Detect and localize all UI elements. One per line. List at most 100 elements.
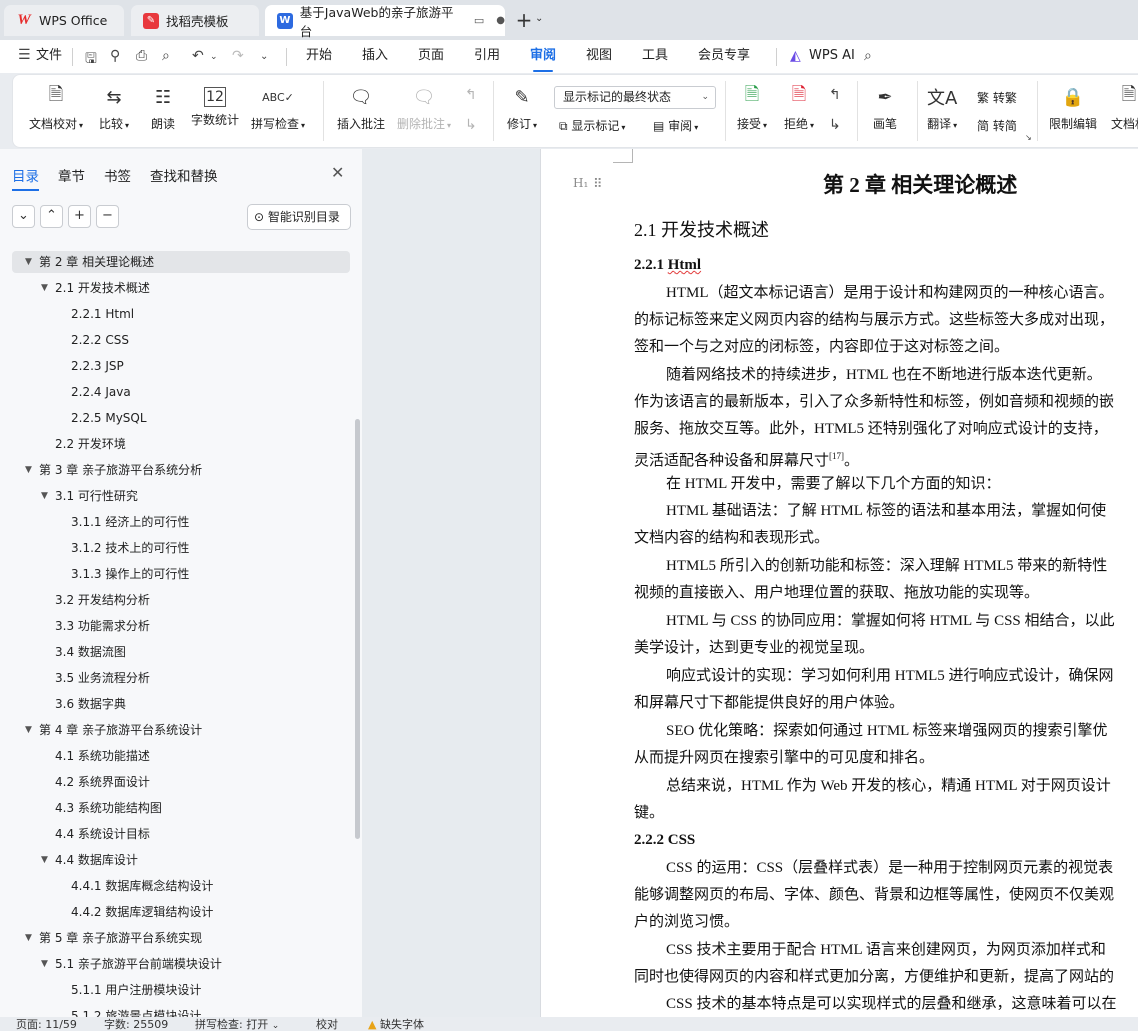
menu-tools[interactable]: 工具 — [642, 40, 668, 73]
read-aloud-button[interactable]: ☷ 朗读 — [151, 83, 175, 132]
heading-marker[interactable]: H₁ — [573, 176, 588, 190]
nav-tab-find-replace[interactable]: 查找和替换 — [150, 165, 218, 185]
markup-mode-select[interactable]: 显示标记的最终状态 ⌄ — [554, 86, 716, 109]
collapse-up-button[interactable]: ⌃ — [40, 205, 63, 228]
save-icon[interactable]: 🖫 — [85, 48, 97, 72]
citation[interactable]: [17] — [829, 451, 844, 461]
toc-item[interactable]: 5.1.1 用户注册模块设计 — [12, 979, 350, 1001]
toc-item[interactable]: 4.4 系统设计目标 — [12, 823, 350, 845]
expand-toggle-icon[interactable]: ▼ — [25, 459, 32, 481]
chevron-down-icon[interactable]: ⌄ — [535, 13, 543, 24]
tab-docer-templates[interactable]: ✎ 找稻壳模板 — [131, 5, 259, 36]
toc-item[interactable]: ▼ 4.4 数据库设计 — [12, 849, 350, 871]
translate-button[interactable]: 文A 翻译 ▾ — [927, 83, 957, 132]
proofread-status[interactable]: 校对 — [316, 1019, 338, 1031]
prev-comment-icon[interactable]: ↰ — [465, 87, 477, 103]
next-comment-icon[interactable]: ↳ — [465, 117, 477, 133]
doc-check-button[interactable]: 🗎 文档校对 ▾ — [29, 83, 83, 132]
new-tab-button[interactable]: + — [513, 8, 535, 32]
expand-toggle-icon[interactable]: ▼ — [41, 849, 48, 871]
expand-toggle-icon[interactable]: ▼ — [41, 485, 48, 507]
toc-item[interactable]: ▼ 5.1 亲子旅游平台前端模块设计 — [12, 953, 350, 975]
remove-heading-button[interactable]: − — [96, 205, 119, 228]
expand-toggle-icon[interactable]: ▼ — [25, 719, 32, 741]
toc-scrollbar[interactable] — [355, 419, 360, 839]
toc-item[interactable]: 4.1 系统功能描述 — [12, 745, 350, 767]
toc-item[interactable]: 2.2.5 MySQL — [12, 407, 350, 429]
toc-item[interactable]: 3.5 业务流程分析 — [12, 667, 350, 689]
expand-toggle-icon[interactable]: ▼ — [25, 251, 32, 273]
menu-page[interactable]: 页面 — [418, 40, 444, 73]
toc-item[interactable]: 2.2.1 Html — [12, 303, 350, 325]
tab-current-document[interactable]: W 基于JavaWeb的亲子旅游平台 ▭ ● — [265, 5, 505, 39]
next-change-icon[interactable]: ↳ — [829, 117, 841, 133]
undo-icon[interactable]: ↶ — [192, 48, 204, 64]
to-traditional-button[interactable]: 繁 转繁 — [977, 89, 1017, 106]
show-markup-button[interactable]: ⧉ 显示标记 ▾ — [559, 117, 625, 134]
toc-item[interactable]: 2.2 开发环境 — [12, 433, 350, 455]
toc-item[interactable]: ▼ 2.1 开发技术概述 — [12, 277, 350, 299]
hamburger-icon[interactable]: ☰ — [18, 47, 31, 63]
smart-toc-button[interactable]: ⊙ 智能识别目录 — [247, 204, 351, 230]
menu-membership[interactable]: 会员专享 — [698, 40, 750, 73]
expand-toggle-icon[interactable]: ▼ — [41, 277, 48, 299]
spell-check-status[interactable]: 拼写检查: 打开 ⌄ — [195, 1019, 279, 1031]
page-indicator[interactable]: 页面: 11/59 — [16, 1019, 77, 1031]
toc-item[interactable]: 4.4.2 数据库逻辑结构设计 — [12, 901, 350, 923]
toc-item[interactable]: 2.2.2 CSS — [12, 329, 350, 351]
search-icon[interactable]: ⌕ — [864, 48, 872, 64]
menu-review[interactable]: 审阅 — [530, 40, 556, 73]
toc-item[interactable]: ▼ 第 5 章 亲子旅游平台系统实现 — [12, 927, 350, 949]
insert-comment-button[interactable]: 🗨 插入批注 — [337, 83, 385, 132]
toc-item[interactable]: 3.4 数据流图 — [12, 641, 350, 663]
add-heading-button[interactable]: + — [68, 205, 91, 228]
tab-wps-office[interactable]: W WPS Office — [4, 5, 124, 36]
toc-item[interactable]: 3.3 功能需求分析 — [12, 615, 350, 637]
delete-comment-button[interactable]: 🗨 删除批注 ▾ — [397, 83, 451, 132]
menu-view[interactable]: 视图 — [586, 40, 612, 73]
toc-item[interactable]: 3.1.3 操作上的可行性 — [12, 563, 350, 585]
toc-item[interactable]: 2.2.3 JSP — [12, 355, 350, 377]
menu-references[interactable]: 引用 — [474, 40, 500, 73]
toc-item[interactable]: 2.2.4 Java — [12, 381, 350, 403]
menu-file[interactable]: 文件 — [36, 40, 62, 73]
toc-item[interactable]: 3.6 数据字典 — [12, 693, 350, 715]
share-icon[interactable]: ⚲ — [110, 48, 120, 64]
menu-wps-ai[interactable]: WPS AI — [809, 40, 855, 73]
wps-ai-icon[interactable]: ◭ — [790, 48, 801, 64]
toc-item[interactable]: 4.3 系统功能结构图 — [12, 797, 350, 819]
toc-item[interactable]: ▼ 第 4 章 亲子旅游平台系统设计 — [12, 719, 350, 741]
reject-button[interactable]: 🗎 拒绝 ▾ — [784, 83, 814, 132]
menu-insert[interactable]: 插入 — [362, 40, 388, 73]
undo-dropdown-icon[interactable]: ⌄ — [210, 52, 218, 62]
expand-down-button[interactable]: ⌄ — [12, 205, 35, 228]
restrict-edit-button[interactable]: 🔒 限制编辑 — [1049, 83, 1097, 132]
document-page[interactable]: H₁ ⠿ 第 2 章 相关理论概述 2.1 开发技术概述 2.2.1 Html … — [540, 149, 1138, 1017]
toc-item[interactable]: ▼ 3.1 可行性研究 — [12, 485, 350, 507]
toc-item[interactable]: 5.1.2 旅游景点模块设计 — [12, 1005, 350, 1017]
review-pane-button[interactable]: ▤ 审阅 ▾ — [653, 117, 698, 134]
word-count-status[interactable]: 字数: 25509 — [104, 1019, 168, 1031]
group-expand-icon[interactable]: ↘ — [1025, 133, 1032, 142]
redo-icon[interactable]: ↷ — [232, 48, 244, 64]
doc-permission-button[interactable]: 🗎 文档权 — [1111, 83, 1138, 132]
toc-item[interactable]: ▼ 第 3 章 亲子旅游平台系统分析 — [12, 459, 350, 481]
menu-home[interactable]: 开始 — [306, 40, 332, 73]
ink-button[interactable]: ✒ 画笔 — [873, 83, 897, 132]
unsaved-dot-icon[interactable]: ● — [496, 15, 505, 26]
toc-item[interactable]: 3.2 开发结构分析 — [12, 589, 350, 611]
spell-check-button[interactable]: ABC✓ 拼写检查 ▾ — [251, 83, 305, 132]
nav-tab-sections[interactable]: 章节 — [58, 165, 85, 185]
compare-button[interactable]: ⇆ 比较 ▾ — [99, 83, 129, 132]
monitor-icon[interactable]: ▭ — [474, 14, 484, 27]
more-dropdown-icon[interactable]: ⌄ — [260, 51, 268, 62]
print-preview-icon[interactable]: ⌕ — [162, 48, 170, 64]
toc-item[interactable]: ▼ 第 2 章 相关理论概述 — [12, 251, 350, 273]
toc-item[interactable]: 3.1.2 技术上的可行性 — [12, 537, 350, 559]
track-changes-button[interactable]: ✎ 修订 ▾ — [507, 83, 537, 132]
prev-change-icon[interactable]: ↰ — [829, 87, 841, 103]
toc-item[interactable]: 3.1.1 经济上的可行性 — [12, 511, 350, 533]
toc-item[interactable]: 4.4.1 数据库概念结构设计 — [12, 875, 350, 897]
accept-button[interactable]: 🗎 接受 ▾ — [737, 83, 767, 132]
to-simplified-button[interactable]: 简 转简 — [977, 117, 1017, 134]
